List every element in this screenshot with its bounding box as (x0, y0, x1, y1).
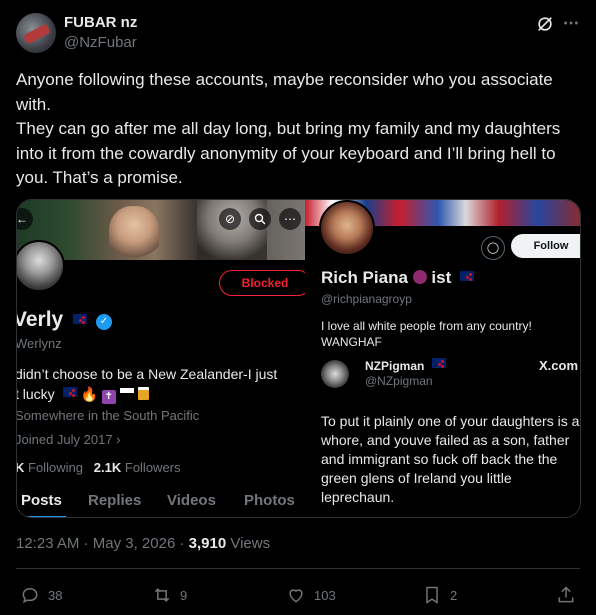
profile-name: Verly ✓ (17, 308, 112, 332)
beer-icon (137, 387, 149, 400)
like-count: 103 (314, 587, 336, 603)
profile-name: Rich Piana ist (321, 268, 474, 288)
tweet-actions: 38 9 103 2 (16, 584, 580, 608)
verified-badge-icon: ✓ (95, 314, 112, 330)
tab-posts: Posts (21, 492, 62, 509)
reply-count: 38 (48, 587, 63, 603)
following-label: Following (28, 460, 83, 475)
bookmark-count: 2 (450, 587, 458, 603)
author-handle[interactable]: @NzFubar (64, 34, 137, 51)
profile-handle: @richpianagroyp (321, 292, 412, 306)
follow-button: Follow (511, 234, 580, 258)
embedded-handle: @NZpigman (365, 374, 433, 388)
tweet-paragraph: They can go after me all day long, but b… (16, 119, 561, 187)
following-count: K (17, 460, 24, 475)
tweet-date[interactable]: May 3, 2026 (93, 535, 176, 552)
repost-button[interactable]: 9 (152, 584, 187, 606)
tweet-header: FUBAR nz @NzFubar (16, 12, 580, 54)
author-name[interactable]: FUBAR nz (64, 14, 137, 31)
repost-icon (154, 588, 170, 602)
bookmark-icon (426, 586, 438, 604)
fire-icon: 🔥 (80, 386, 98, 402)
embedded-avatar (321, 360, 349, 388)
search-icon (249, 208, 271, 230)
tab-videos: Videos (167, 492, 216, 509)
followers-count: 2.1K (93, 460, 122, 475)
tweet-meta: 12:23 AM · May 3, 2026 · 3,910 Views (16, 535, 271, 552)
share-button[interactable] (556, 584, 584, 606)
tweet-paragraph: Anyone following these accounts, maybe r… (16, 70, 553, 114)
cross-icon: ✝ (101, 390, 116, 404)
embedded-source: X.com (539, 358, 579, 373)
profile-screenshot-right[interactable]: ◯ Follow Rich Piana ist @richpianagroyp … (305, 200, 580, 517)
views-label: Views (226, 535, 271, 552)
active-tab-indicator (23, 516, 67, 517)
grok-icon[interactable] (536, 15, 554, 33)
profile-joined: Joined July 2017 › (17, 432, 121, 447)
reply-button[interactable]: 38 (20, 584, 62, 606)
views-count: 3,910 (188, 535, 227, 552)
profile-handle: Werlynz (17, 336, 62, 351)
profile-avatar (319, 200, 375, 256)
tab-replies: Replies (88, 492, 142, 509)
tab-photos: Photos (244, 492, 295, 509)
flag-icon (119, 388, 134, 398)
nz-flag-icon (73, 314, 88, 324)
chevron-right-icon: › (116, 432, 121, 447)
profile-tabs: Posts Replies Videos Photos (17, 490, 305, 517)
nz-flag-icon (431, 358, 446, 368)
author-avatar[interactable] (16, 13, 56, 53)
reply-icon (22, 587, 38, 604)
heart-icon (289, 589, 303, 603)
share-icon (558, 586, 574, 603)
repost-count: 9 (180, 587, 188, 603)
embedded-name: NZPigman (365, 358, 446, 373)
tweet-media[interactable]: ← ⊘ ⋯ Blocked Verly ✓ Werlynz didn’t cho… (16, 199, 581, 518)
grape-icon (412, 270, 427, 284)
profile-bio: I love all white people from any country… (321, 319, 532, 349)
more-options-icon[interactable] (562, 14, 580, 32)
like-button[interactable]: 103 (286, 584, 336, 606)
more-options-icon: ⋯ (279, 208, 301, 230)
profile-location: Somewhere in the South Pacific (17, 408, 200, 423)
tweet-body: Anyone following these accounts, maybe r… (16, 68, 582, 191)
profile-bio: didn’t choose to be a New Zealander-I ju… (17, 364, 305, 404)
profile-bio-line: t lucky 🔥 ✝ (17, 384, 305, 404)
followers-label: Followers (124, 460, 181, 475)
tweet-time[interactable]: 12:23 AM (16, 535, 79, 552)
message-icon: ◯ (481, 236, 505, 260)
nz-flag-icon (62, 387, 77, 397)
nz-flag-icon (459, 271, 474, 281)
embedded-text: To put it plainly one of your daughters … (321, 413, 580, 505)
profile-screenshot-left[interactable]: ← ⊘ ⋯ Blocked Verly ✓ Werlynz didn’t cho… (17, 200, 305, 517)
profile-avatar (17, 240, 65, 292)
grok-icon: ⊘ (219, 208, 241, 230)
profile-bio-line: didn’t choose to be a New Zealander-I ju… (17, 366, 278, 382)
divider (16, 568, 580, 569)
bookmark-button[interactable]: 2 (422, 584, 457, 606)
profile-follow-counts: K Following 2.1K Followers (17, 460, 181, 475)
blocked-button: Blocked (219, 270, 305, 296)
profile-name-text: Verly (17, 308, 64, 331)
